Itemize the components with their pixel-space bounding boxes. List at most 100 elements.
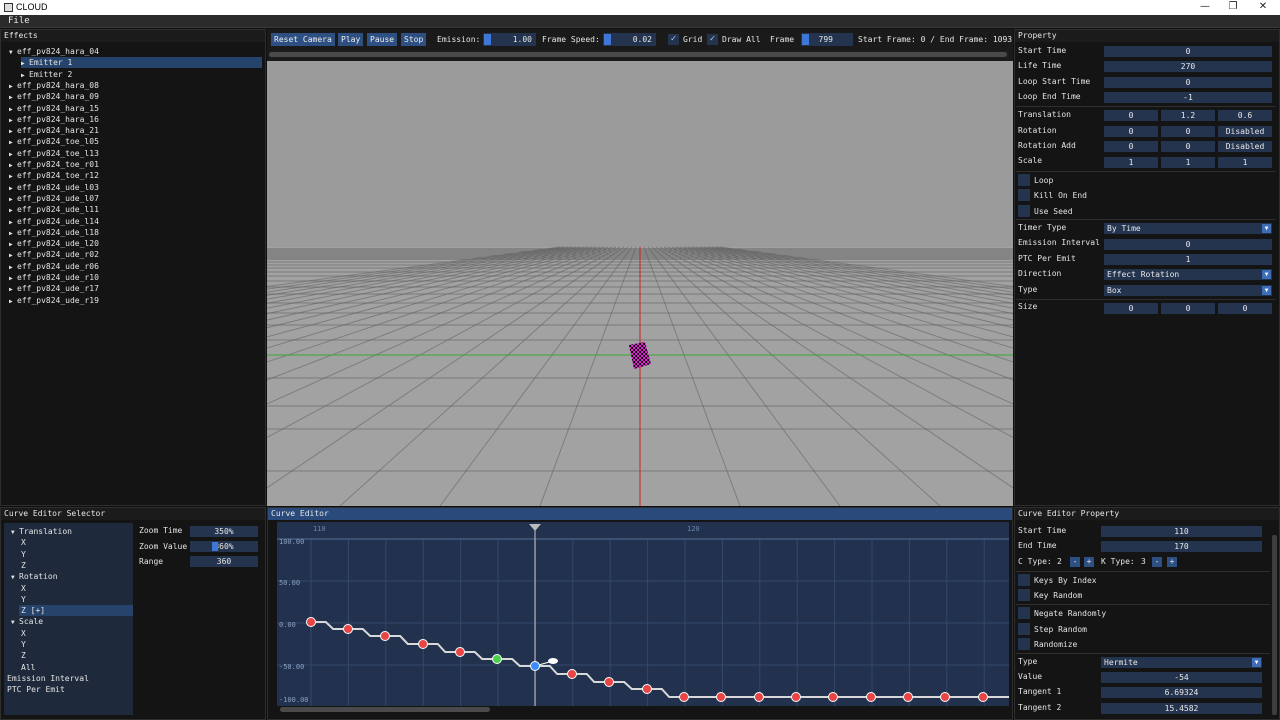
scale-z-field[interactable]: 1 xyxy=(1218,157,1272,168)
curve-keyframe-point[interactable] xyxy=(418,639,428,649)
effect-tree-item[interactable]: ▼ eff_pv824_hara_04 xyxy=(9,46,99,57)
curve-keyframe-point[interactable] xyxy=(866,692,876,702)
effect-tree-item[interactable]: ▶ eff_pv824_ude_l20 xyxy=(9,238,99,249)
loop-end-time-field[interactable]: -1 xyxy=(1104,92,1272,103)
curve-channel-item[interactable]: X xyxy=(21,583,26,594)
expand-arrow-right-icon[interactable]: ▶ xyxy=(9,296,17,307)
direction-select[interactable]: Effect Rotation ▼ xyxy=(1104,269,1272,280)
curve-keyframe-point[interactable] xyxy=(567,669,577,679)
expand-arrow-down-icon[interactable]: ▼ xyxy=(11,617,19,628)
pause-button[interactable]: Pause xyxy=(367,33,398,46)
timer-type-select[interactable]: By Time ▼ xyxy=(1104,223,1272,234)
ptc-per-emit-field[interactable]: 1 xyxy=(1104,254,1272,265)
loop-start-time-field[interactable]: 0 xyxy=(1104,77,1272,88)
rotation-y-field[interactable]: 0 xyxy=(1161,126,1215,137)
life-time-field[interactable]: 270 xyxy=(1104,61,1272,72)
effect-tree-item[interactable]: ▶ eff_pv824_ude_l18 xyxy=(9,227,99,238)
expand-arrow-down-icon[interactable]: ▼ xyxy=(9,47,17,58)
frame-speed-slider[interactable]: 0.02 xyxy=(603,33,656,46)
curve-property-scrollbar[interactable] xyxy=(1272,535,1277,715)
curve-channel-item[interactable]: Y xyxy=(21,549,26,560)
effect-tree-item[interactable]: ▶ eff_pv824_hara_16 xyxy=(9,114,99,125)
scene-viewport[interactable] xyxy=(267,61,1013,506)
c-type-minus-button[interactable]: - xyxy=(1070,557,1080,567)
effect-tree-item[interactable]: ▶ eff_pv824_ude_r06 xyxy=(9,261,99,272)
curve-group-item[interactable]: ▼ Scale xyxy=(11,616,43,627)
scale-x-field[interactable]: 1 xyxy=(1104,157,1158,168)
curve-keyframe-point[interactable] xyxy=(940,692,950,702)
rotation-z-field[interactable]: Disabled xyxy=(1218,126,1272,137)
curve-keyframe-point[interactable] xyxy=(791,692,801,702)
viewport-scroll-thumb[interactable] xyxy=(269,52,1007,57)
rotation-add-y-field[interactable]: 0 xyxy=(1161,141,1215,152)
tangent2-field[interactable]: 15.4582 xyxy=(1101,703,1262,714)
curve-keyframe-point[interactable] xyxy=(492,654,502,664)
translation-y-field[interactable]: 1.2 xyxy=(1161,110,1215,121)
expand-arrow-down-icon[interactable]: ▼ xyxy=(11,527,19,538)
rotation-x-field[interactable]: 0 xyxy=(1104,126,1158,137)
effect-tree-item[interactable]: ▶ eff_pv824_hara_08 xyxy=(9,80,99,91)
effect-tree-item[interactable]: ▶ eff_pv824_ude_l11 xyxy=(9,204,99,215)
curve-channel-item[interactable]: X xyxy=(21,537,26,548)
curve-keyframe-point[interactable] xyxy=(306,617,316,627)
effect-tree-item[interactable]: ▶ eff_pv824_toe_l13 xyxy=(9,148,99,159)
draw-all-checkbox[interactable]: ✓ xyxy=(707,34,718,45)
negate-randomly-checkbox[interactable] xyxy=(1018,607,1030,619)
effect-tree-item[interactable]: ▶ eff_pv824_toe_r01 xyxy=(9,159,99,170)
curve-graph[interactable]: 110 120 100.00 50.00 0.00 -50.00 -100.00 xyxy=(277,522,1009,706)
curve-channel-item[interactable]: Y xyxy=(21,639,26,650)
effect-tree-item[interactable]: ▶ eff_pv824_hara_15 xyxy=(9,103,99,114)
effect-tree-item[interactable]: ▶ eff_pv824_ude_r02 xyxy=(9,249,99,260)
translation-x-field[interactable]: 0 xyxy=(1104,110,1158,121)
menu-file[interactable]: File xyxy=(8,16,30,26)
curve-channel-item[interactable]: Z xyxy=(21,560,26,571)
curve-keyframe-point[interactable] xyxy=(903,692,913,702)
start-time-field[interactable]: 0 xyxy=(1104,46,1272,57)
close-icon[interactable]: ✕ xyxy=(1248,0,1278,15)
c-type-plus-button[interactable]: + xyxy=(1084,557,1094,567)
curve-channel-item[interactable]: Emission Interval xyxy=(7,673,89,684)
loop-checkbox[interactable] xyxy=(1018,174,1030,186)
curve-keyframe-point[interactable] xyxy=(754,692,764,702)
step-random-checkbox[interactable] xyxy=(1018,623,1030,635)
effect-tree-item[interactable]: ▶ eff_pv824_ude_r19 xyxy=(9,295,99,306)
k-type-minus-button[interactable]: - xyxy=(1152,557,1162,567)
keys-by-index-checkbox[interactable] xyxy=(1018,574,1030,586)
curve-keyframe-point[interactable] xyxy=(343,624,353,634)
randomize-checkbox[interactable] xyxy=(1018,638,1030,650)
curve-keyframe-point[interactable] xyxy=(530,661,540,671)
zoom-value-slider[interactable]: 360% xyxy=(190,541,258,552)
curve-channel-item[interactable]: X xyxy=(21,628,26,639)
emission-slider[interactable]: 1.00 xyxy=(483,33,536,46)
key-type-select[interactable]: Hermite ▼ xyxy=(1101,657,1262,668)
effect-tree-item[interactable]: ▶ eff_pv824_ude_l03 xyxy=(9,182,99,193)
curve-keyframe-point[interactable] xyxy=(978,692,988,702)
tangent1-field[interactable]: 6.69324 xyxy=(1101,687,1262,698)
stop-button[interactable]: Stop xyxy=(401,33,427,46)
effect-tree-item[interactable]: ▶ eff_pv824_hara_21 xyxy=(9,125,99,136)
effect-tree-item[interactable]: ▶ eff_pv824_ude_r17 xyxy=(9,283,99,294)
expand-arrow-down-icon[interactable]: ▼ xyxy=(11,572,19,583)
curve-end-time-field[interactable]: 170 xyxy=(1101,541,1262,552)
curve-scroll-thumb[interactable] xyxy=(280,707,490,712)
curve-channel-item[interactable]: Y xyxy=(21,594,26,605)
range-field[interactable]: 360 xyxy=(190,556,258,567)
k-type-plus-button[interactable]: + xyxy=(1167,557,1177,567)
key-random-checkbox[interactable] xyxy=(1018,589,1030,601)
restore-icon[interactable]: ❐ xyxy=(1218,0,1248,15)
curve-channel-item[interactable]: All xyxy=(21,662,35,673)
curve-channel-item[interactable]: Z [+] xyxy=(19,605,133,617)
reset-camera-button[interactable]: Reset Camera xyxy=(271,33,335,46)
curve-keyframe-point[interactable] xyxy=(642,684,652,694)
kill-on-end-checkbox[interactable] xyxy=(1018,189,1030,201)
curve-keyframe-point[interactable] xyxy=(828,692,838,702)
size-y-field[interactable]: 0 xyxy=(1161,303,1215,314)
frame-slider[interactable]: 799 xyxy=(801,33,853,46)
effect-emitter-item[interactable]: ▶ Emitter 1 xyxy=(21,57,262,69)
translation-z-field[interactable]: 0.6 xyxy=(1218,110,1272,121)
curve-keyframe-point[interactable] xyxy=(604,677,614,687)
curve-start-time-field[interactable]: 110 xyxy=(1101,526,1262,537)
effect-emitter-item[interactable]: ▶ Emitter 2 xyxy=(21,69,72,80)
key-value-field[interactable]: -54 xyxy=(1101,672,1262,683)
curve-group-item[interactable]: ▼ Rotation xyxy=(11,571,58,582)
